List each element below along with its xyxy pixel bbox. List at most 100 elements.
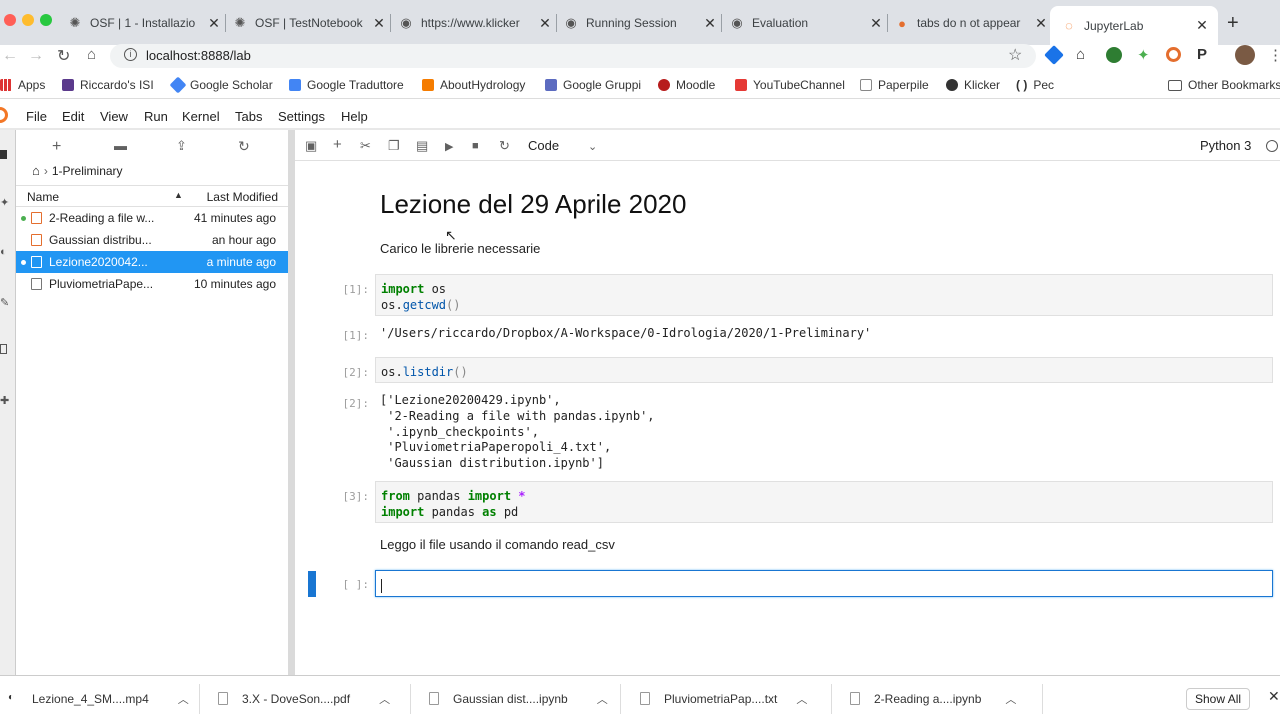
cut-icon[interactable]: ✂	[360, 138, 371, 154]
omnibox[interactable]: i localhost:8888/lab ☆	[110, 44, 1036, 68]
close-icon[interactable]: ✕	[1268, 688, 1280, 705]
close-icon[interactable]: ✕	[702, 15, 718, 32]
bookmark-star-icon[interactable]: ☆	[1008, 45, 1022, 65]
avatar[interactable]	[1235, 45, 1255, 65]
stop-icon[interactable]: ■	[472, 140, 479, 152]
upload-icon[interactable]: ⇪	[176, 138, 187, 154]
chevron-down-icon[interactable]: ⌄	[588, 140, 597, 153]
url-text[interactable]: localhost:8888/lab	[146, 48, 251, 63]
new-folder-icon[interactable]: ▬	[114, 138, 127, 153]
download-item[interactable]: PluviometriaPap....txt ︿	[640, 676, 807, 721]
bookmark-item[interactable]: Moodle	[658, 78, 715, 92]
other-bookmarks[interactable]: Other Bookmarks	[1168, 78, 1280, 92]
home-icon[interactable]: ⌂	[87, 46, 96, 63]
paste-icon[interactable]: ▤	[416, 138, 428, 154]
menu-tabs[interactable]: Tabs	[235, 109, 262, 124]
save-icon[interactable]: ▣	[305, 138, 317, 154]
browser-tab[interactable]: ✺ OSF | TestNotebook ✕	[233, 8, 385, 38]
wrench-icon[interactable]: ✎	[0, 296, 9, 309]
menu-settings[interactable]: Settings	[278, 109, 325, 124]
cell-output: ['Lezione20200429.ipynb', '2-Reading a f…	[380, 393, 655, 471]
insert-cell-icon[interactable]: +	[333, 136, 342, 153]
chevron-up-icon[interactable]: ︿	[1005, 691, 1016, 707]
browser-tab[interactable]: ◉ https://www.klicker ✕	[399, 8, 551, 38]
menu-help[interactable]: Help	[341, 109, 368, 124]
back-icon[interactable]: ←	[2, 47, 18, 65]
browser-tab[interactable]: ◉ Evaluation ✕	[730, 8, 882, 38]
chevron-up-icon[interactable]: ︿	[796, 691, 807, 707]
bookmark-apps[interactable]: Apps	[0, 78, 45, 92]
code-cell-input[interactable]: import os os.getcwd()	[375, 274, 1273, 316]
panel-splitter[interactable]	[288, 130, 295, 675]
show-all-button[interactable]: Show All	[1186, 688, 1251, 710]
cell-type-select[interactable]: Code	[528, 138, 559, 153]
column-last-modified[interactable]: Last Modified	[180, 190, 278, 204]
chevron-up-icon[interactable]: ︿	[178, 691, 189, 707]
new-launcher-icon[interactable]: +	[52, 138, 61, 156]
download-item[interactable]: 3.X - DoveSon....pdf ︿	[218, 676, 390, 721]
download-item[interactable]: ◐ Lezione_4_SM....mp4 ︿	[8, 676, 189, 721]
extension-icon[interactable]	[1044, 45, 1064, 65]
download-item[interactable]: 2-Reading a....ipynb ︿	[850, 676, 1016, 721]
close-icon[interactable]: ✕	[206, 15, 222, 32]
chevron-up-icon[interactable]: ︿	[379, 691, 390, 707]
menu-view[interactable]: View	[100, 109, 128, 124]
browser-tab[interactable]: ● tabs do n ot appear ✕	[895, 8, 1047, 38]
info-icon[interactable]: i	[124, 48, 137, 61]
forward-icon[interactable]: →	[28, 47, 44, 65]
extension-icon[interactable]: ✚	[0, 394, 9, 407]
browser-tab-active[interactable]: ◌ JupyterLab ✕	[1050, 6, 1218, 45]
reload-icon[interactable]: ↻	[57, 46, 70, 66]
column-name[interactable]: Name	[27, 190, 59, 204]
kernel-name[interactable]: Python 3	[1200, 138, 1251, 153]
close-icon[interactable]: ✕	[1033, 15, 1049, 32]
window-controls[interactable]	[4, 14, 58, 29]
extension-icon[interactable]	[1166, 47, 1181, 62]
menu-edit[interactable]: Edit	[62, 109, 84, 124]
bookmark-item[interactable]: Klicker	[946, 78, 1000, 92]
close-icon[interactable]: ✕	[537, 15, 553, 32]
running-icon[interactable]: ✦	[0, 196, 9, 209]
tabs-icon[interactable]	[0, 344, 7, 354]
close-icon[interactable]: ✕	[371, 15, 387, 32]
new-tab-icon[interactable]: +	[1227, 12, 1239, 35]
file-row[interactable]: 2-Reading a file w... 41 minutes ago	[16, 207, 288, 229]
folder-icon[interactable]	[0, 150, 7, 159]
chevron-up-icon[interactable]: ︿	[597, 691, 608, 707]
code-cell-input[interactable]: os.listdir()	[375, 357, 1273, 383]
bookmark-item[interactable]: Google Scholar	[169, 76, 273, 94]
breadcrumb-folder[interactable]: 1-Preliminary	[52, 164, 123, 178]
bank-icon[interactable]: ⌂	[1076, 46, 1085, 63]
download-item[interactable]: Gaussian dist....ipynb ︿	[429, 676, 608, 721]
home-icon[interactable]: ⌂	[32, 163, 40, 178]
restart-icon[interactable]: ↻	[499, 138, 510, 154]
menu-kernel[interactable]: Kernel	[182, 109, 220, 124]
menu-file[interactable]: File	[26, 109, 47, 124]
extension-icon[interactable]: ✦	[1137, 46, 1150, 64]
file-row[interactable]: PluviometriaPape... 10 minutes ago	[16, 273, 288, 295]
bookmark-item[interactable]: AboutHydrology	[422, 78, 525, 92]
bookmark-item[interactable]: Google Gruppi	[545, 78, 641, 92]
menu-run[interactable]: Run	[144, 109, 168, 124]
bookmark-item[interactable]: ( ) Pec	[1016, 78, 1054, 92]
close-icon[interactable]: ✕	[868, 15, 884, 32]
file-row-selected[interactable]: Lezione2020042... a minute ago	[16, 251, 288, 273]
bookmark-item[interactable]: Riccardo's ISI	[62, 78, 154, 92]
menu-icon[interactable]: ⋮	[1268, 46, 1280, 64]
refresh-icon[interactable]: ↻	[238, 138, 250, 155]
run-icon[interactable]: ▶	[445, 140, 453, 153]
browser-tab[interactable]: ◉ Running Session ✕	[564, 8, 716, 38]
close-icon[interactable]: ✕	[1194, 17, 1210, 34]
bookmark-item[interactable]: YouTubeChannel	[735, 78, 845, 92]
grammarly-icon[interactable]	[1106, 47, 1122, 63]
file-row[interactable]: Gaussian distribu... an hour ago	[16, 229, 288, 251]
bookmark-item[interactable]: Google Traduttore	[289, 78, 404, 92]
browser-tab[interactable]: ✺ OSF | 1 - Installazio ✕	[68, 8, 220, 38]
palette-icon[interactable]: ◐	[0, 246, 7, 258]
bookmark-item[interactable]: Paperpile	[860, 78, 929, 92]
code-cell-input-active[interactable]	[375, 570, 1273, 597]
paperpile-icon[interactable]: P	[1197, 46, 1207, 63]
copy-icon[interactable]: ❐	[388, 138, 400, 154]
code-cell-input[interactable]: from pandas import * import pandas as pd	[375, 481, 1273, 523]
input-prompt: [ ]:	[342, 578, 370, 591]
